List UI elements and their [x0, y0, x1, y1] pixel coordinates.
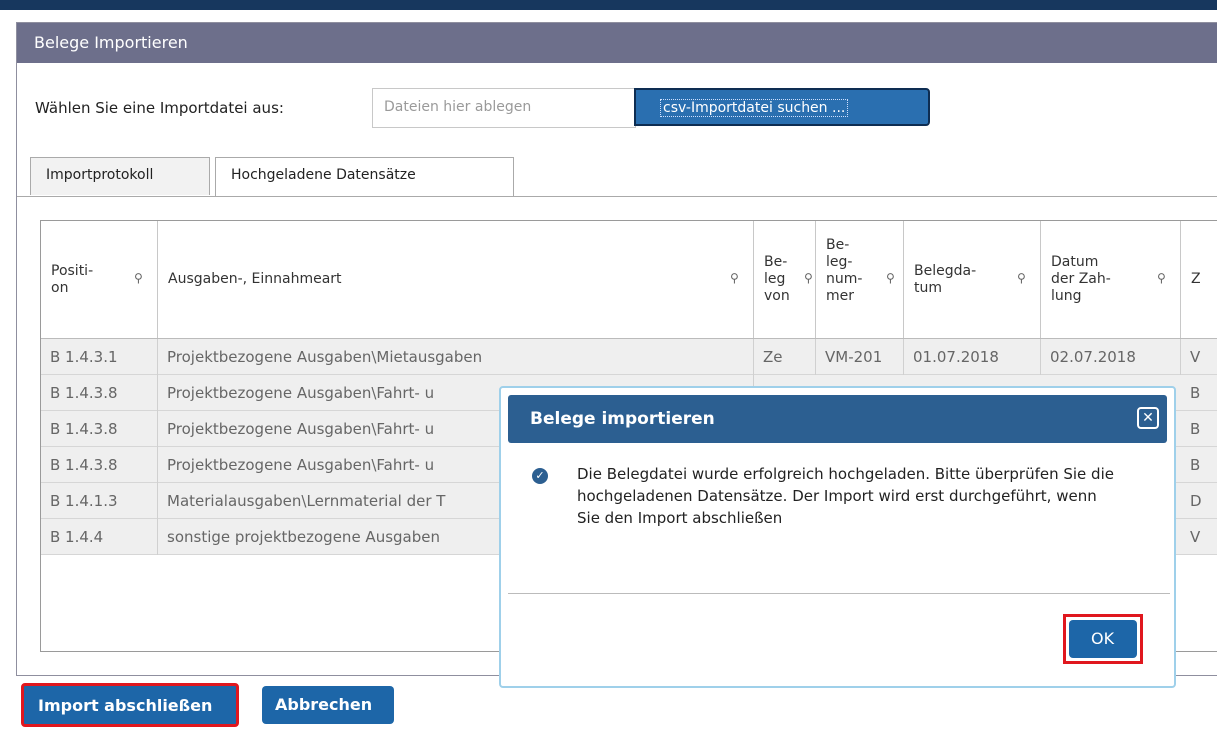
header-label: Datum der Zah- lung: [1051, 254, 1111, 304]
cell-position: B 1.4.3.1: [41, 339, 158, 375]
cell-beleg-von: Ze: [754, 339, 816, 375]
csv-search-button[interactable]: csv-Importdatei suchen ...: [634, 88, 930, 126]
cell-position: B 1.4.3.8: [41, 411, 158, 447]
csv-search-label: csv-Importdatei suchen ...: [660, 99, 849, 117]
cell-belegnummer: VM-201: [816, 339, 904, 375]
cell-position: B 1.4.1.3: [41, 483, 158, 519]
import-dialog: Belege importieren ✕ ✓ Die Belegdatei wu…: [499, 386, 1176, 688]
tab-hochgeladene-datensaetze[interactable]: Hochgeladene Datensätze: [215, 157, 514, 197]
col-header-datum-zahlung[interactable]: Datum der Zah- lung ⚲: [1041, 221, 1181, 338]
window-titlebar: Belege Importieren: [17, 23, 1217, 63]
dialog-message: Die Belegdatei wurde erfolgreich hochgel…: [577, 465, 1114, 527]
col-header-z[interactable]: Z: [1181, 221, 1217, 338]
import-abschliessen-button[interactable]: Import abschließen: [21, 683, 239, 727]
ok-button-highlight: OK: [1063, 614, 1143, 664]
grid-header: Positi- on ⚲ Ausgaben-, Einnahmeart ⚲ Be…: [41, 221, 1217, 339]
dialog-divider: [508, 593, 1170, 594]
file-select-label: Wählen Sie eine Importdatei aus:: [35, 99, 284, 117]
col-header-position[interactable]: Positi- on ⚲: [41, 221, 158, 338]
filter-icon[interactable]: ⚲: [730, 270, 739, 287]
header-label: Be- leg von: [764, 254, 790, 304]
filter-icon[interactable]: ⚲: [134, 270, 143, 287]
tab-label: Importprotokoll: [46, 167, 154, 183]
ok-button[interactable]: OK: [1069, 620, 1137, 658]
col-header-belegnummer[interactable]: Be- leg- num- mer ⚲: [816, 221, 904, 338]
col-header-beleg-von[interactable]: Be- leg von ⚲: [754, 221, 816, 338]
button-label: Abbrechen: [275, 695, 373, 714]
filter-icon[interactable]: ⚲: [886, 270, 895, 287]
cell-position: B 1.4.4: [41, 519, 158, 555]
table-row[interactable]: B 1.4.3.1 Projektbezogene Ausgaben\Mieta…: [41, 339, 1217, 375]
header-label: Be- leg- num- mer: [826, 237, 863, 304]
close-icon[interactable]: ✕: [1137, 407, 1159, 429]
filter-icon[interactable]: ⚲: [804, 270, 813, 287]
cell-z: V: [1190, 348, 1201, 366]
file-dropzone[interactable]: Dateien hier ablegen: [372, 88, 636, 128]
cell-z: B: [1190, 420, 1201, 438]
cell-z: D: [1190, 492, 1202, 510]
dialog-header: Belege importieren ✕: [508, 395, 1167, 443]
top-border: [0, 0, 1217, 10]
cell-z: B: [1190, 456, 1201, 474]
col-header-art[interactable]: Ausgaben-, Einnahmeart ⚲: [158, 221, 754, 338]
tab-importprotokoll[interactable]: Importprotokoll: [30, 157, 210, 195]
filter-icon[interactable]: ⚲: [1157, 270, 1166, 287]
dialog-title: Belege importieren: [530, 409, 715, 429]
cell-position: B 1.4.3.8: [41, 447, 158, 483]
window-title: Belege Importieren: [34, 33, 188, 52]
tab-label: Hochgeladene Datensätze: [231, 167, 416, 183]
col-header-belegdatum[interactable]: Belegda- tum ⚲: [904, 221, 1041, 338]
cell-z: V: [1190, 528, 1201, 546]
filter-icon[interactable]: ⚲: [1017, 270, 1026, 287]
header-label: Ausgaben-, Einnahmeart: [168, 271, 342, 287]
header-label: Belegda- tum: [914, 263, 977, 296]
abbrechen-button[interactable]: Abbrechen: [262, 686, 394, 724]
button-label: Import abschließen: [38, 696, 213, 715]
cell-art: Projektbezogene Ausgaben\Mietausgaben: [158, 339, 754, 375]
check-circle-icon: ✓: [532, 468, 548, 484]
cell-belegdatum: 01.07.2018: [904, 339, 1041, 375]
cell-datum-zahlung: 02.07.2018: [1041, 339, 1181, 375]
cell-z: B: [1190, 384, 1201, 402]
cell-position: B 1.4.3.8: [41, 375, 158, 411]
button-label: OK: [1091, 629, 1115, 648]
dropzone-placeholder: Dateien hier ablegen: [384, 99, 532, 115]
header-label: Z: [1191, 271, 1201, 287]
header-label: Positi- on: [51, 263, 94, 296]
